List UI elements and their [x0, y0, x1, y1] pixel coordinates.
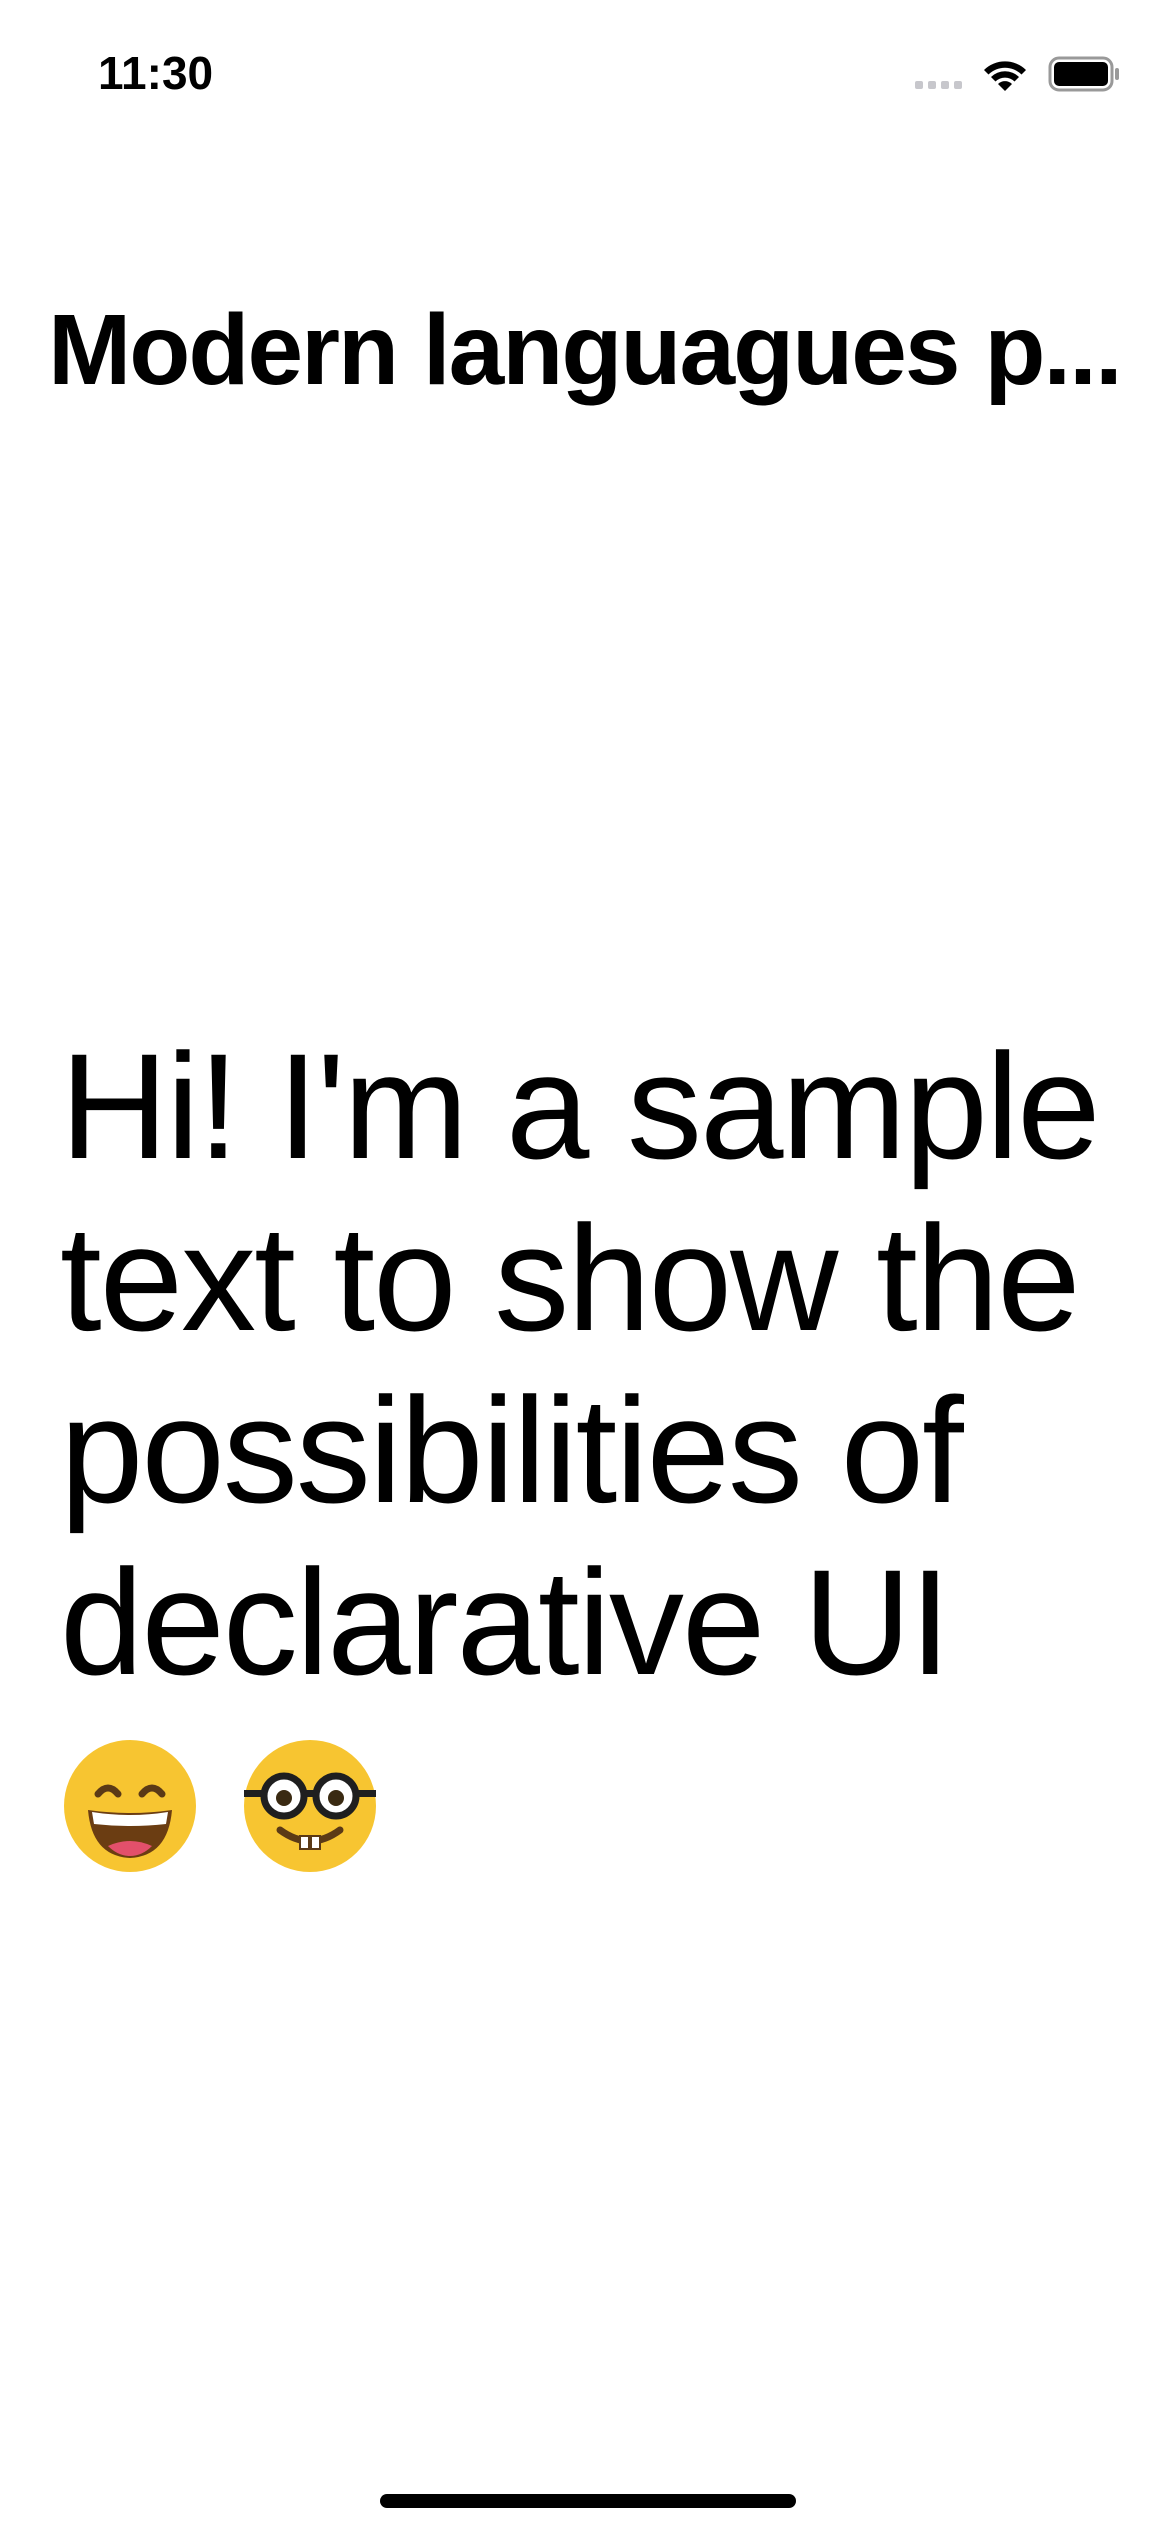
cellular-signal-icon: [915, 59, 962, 89]
home-indicator[interactable]: [380, 2494, 796, 2508]
sample-text: Hi! I'm a sample text to show the possib…: [60, 1022, 1101, 1706]
status-bar: 11:30: [0, 0, 1170, 150]
status-icons: [915, 52, 1122, 96]
battery-icon: [1048, 56, 1122, 92]
page-title: Modern languagues p...: [48, 294, 1122, 406]
wifi-icon: [980, 55, 1030, 93]
sample-text-block: Hi! I'm a sample text to show the possib…: [60, 1020, 1120, 1880]
nerd-face-icon: [240, 1736, 380, 1876]
status-time: 11:30: [98, 47, 214, 99]
grinning-face-icon: [60, 1736, 200, 1876]
